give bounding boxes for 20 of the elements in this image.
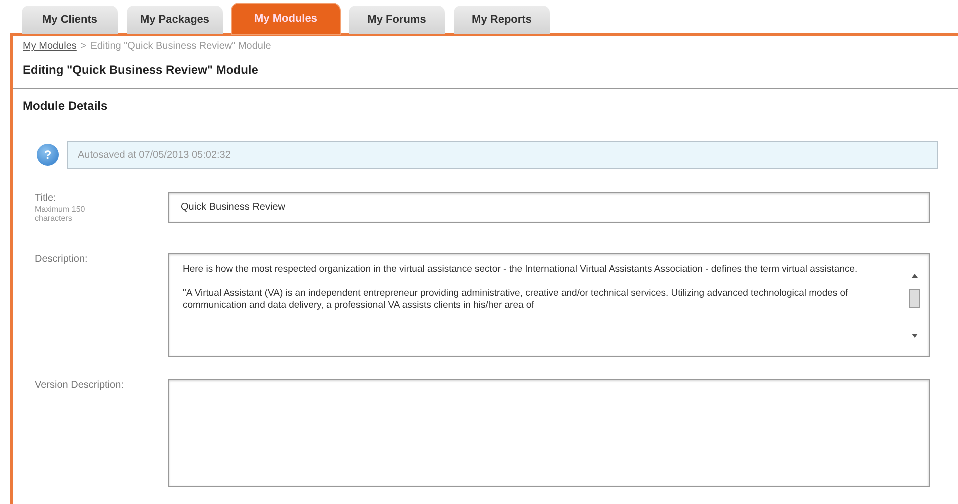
title-input-field[interactable]: Quick Business Review [168, 192, 930, 223]
version-description-text-area[interactable] [168, 379, 930, 487]
help-icon: ? [37, 144, 59, 166]
breadcrumb-separator: > [80, 41, 87, 52]
paragraph: Here is how the most respected organization in the virtual assistance sector - the International Virtual Assistants Association - defines the term virtual assistance. [183, 264, 859, 276]
breadcrumb-link[interactable]: My Modules [23, 41, 77, 52]
autosave-notice: Autosaved at 07/05/2013 05:02:32 [67, 141, 938, 169]
field-label: Title: [35, 193, 56, 204]
section-title: Module Details [22, 98, 109, 115]
field-label: Description: [35, 254, 88, 265]
field-label: Version Description: [35, 380, 124, 391]
paragraph: "A Virtual Assistant (VA) is an independent entrepreneur providing administrative, creative and/or technical services. Utilizing advanced technological modes of communication and data delivery, a professional VA assists clients in his/her area of [183, 288, 850, 312]
tab[interactable]: My Forums [349, 6, 445, 34]
tab[interactable]: My Reports [454, 6, 550, 34]
tab[interactable]: My Packages [127, 6, 223, 34]
tab[interactable]: My Clients [22, 6, 118, 34]
description-text-area[interactable] [168, 253, 930, 357]
breadcrumb-current: Editing "Quick Business Review" Module [90, 41, 272, 52]
page-title: Editing "Quick Business Review" Module [13, 52, 958, 89]
field-hint: Maximum 150 characters [35, 205, 86, 223]
